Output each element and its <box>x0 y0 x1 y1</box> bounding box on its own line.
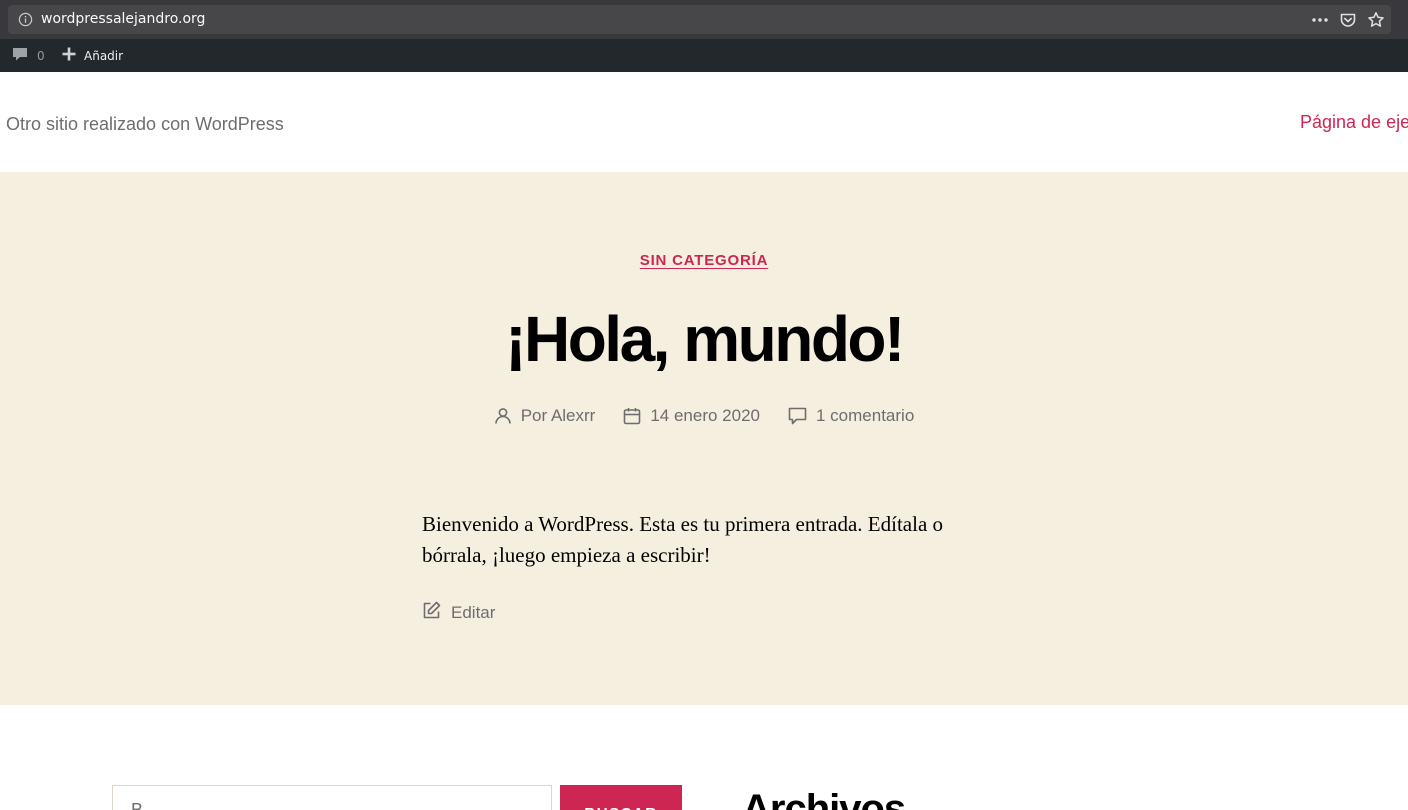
url-actions <box>1311 11 1385 29</box>
edit-icon <box>422 601 441 625</box>
user-icon <box>494 407 512 425</box>
plus-icon <box>62 47 76 64</box>
post-author[interactable]: Por Alexrr <box>494 406 596 426</box>
comment-icon <box>788 407 807 425</box>
bookmark-star-icon[interactable] <box>1367 11 1385 29</box>
site-header: Otro sitio realizado con WordPress Págin… <box>0 72 1408 172</box>
post-title[interactable]: ¡Hola, mundo! <box>0 302 1408 376</box>
post-meta: Por Alexrr 14 enero 2020 1 comentario <box>0 406 1408 426</box>
post-date[interactable]: 14 enero 2020 <box>623 406 760 426</box>
search-button[interactable]: BUSCAR <box>560 785 682 810</box>
footer-widgets: B BUSCAR Archivos <box>0 705 1408 810</box>
calendar-icon <box>623 407 641 425</box>
admin-bar: 0 Añadir <box>0 39 1408 72</box>
edit-label[interactable]: Editar <box>451 603 495 623</box>
edit-post-link[interactable]: Editar <box>422 601 495 625</box>
url-text[interactable]: wordpressalejandro.org <box>41 11 205 27</box>
archives-widget-title: Archivos <box>742 787 906 810</box>
comments-count: 0 <box>37 48 45 63</box>
search-input[interactable]: B <box>112 785 552 810</box>
site-description: Otro sitio realizado con WordPress <box>6 114 284 134</box>
nav-item-sample-page[interactable]: Página de eje <box>1300 112 1408 133</box>
category-link[interactable]: SIN CATEGORÍA <box>640 252 768 269</box>
browser-toolbar: wordpressalejandro.org <box>0 0 1408 39</box>
comments-label[interactable]: 1 comentario <box>816 406 914 426</box>
comment-bubble-icon <box>12 46 28 65</box>
post-content: Bienvenido a WordPress. Esta es tu prime… <box>422 512 944 567</box>
url-bar[interactable]: wordpressalejandro.org <box>8 5 1391 34</box>
admin-comments-button[interactable]: 0 <box>12 39 45 72</box>
admin-new-button[interactable]: Añadir <box>62 39 123 72</box>
info-icon[interactable] <box>18 12 33 27</box>
pocket-icon[interactable] <box>1339 11 1357 29</box>
post-entry: SIN CATEGORÍA ¡Hola, mundo! Por Alexrr 1… <box>0 172 1408 705</box>
post-category: SIN CATEGORÍA <box>0 252 1408 270</box>
more-icon[interactable] <box>1311 11 1329 29</box>
date-label[interactable]: 14 enero 2020 <box>650 406 760 426</box>
post-comments[interactable]: 1 comentario <box>788 406 914 426</box>
admin-new-label: Añadir <box>84 48 124 63</box>
author-label[interactable]: Por Alexrr <box>521 406 596 426</box>
